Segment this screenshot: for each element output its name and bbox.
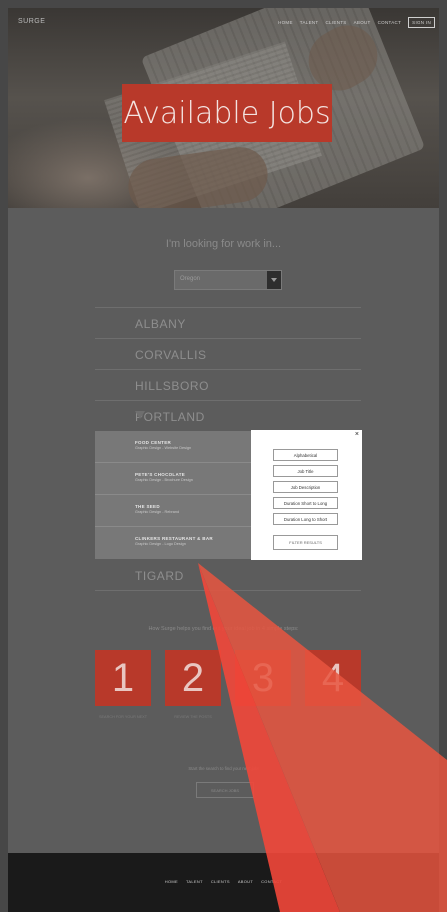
- footer: HOME TALENT CLIENTS ABOUT CONTACT: [8, 853, 439, 912]
- step-3-tile: 3: [235, 650, 291, 706]
- city-label: CORVALLIS: [135, 348, 207, 362]
- cta-text: Start the search to find your next job!: [188, 766, 259, 771]
- browser-frame: SURGE HOME TALENT CLIENTS ABOUT CONTACT …: [0, 0, 447, 912]
- job-item[interactable]: THE SEED Graphic Design - Rebrand: [95, 495, 251, 527]
- footer-nav: HOME TALENT CLIENTS ABOUT CONTACT: [8, 879, 439, 884]
- nav-about[interactable]: ABOUT: [354, 20, 371, 25]
- job-subtitle: Graphic Design - Rebrand: [135, 510, 180, 514]
- city-label: TIGARD: [135, 569, 184, 583]
- job-title: FOOD CENTER: [135, 440, 172, 445]
- job-item[interactable]: FOOD CENTER Graphic Design - Website Des…: [95, 431, 251, 463]
- job-subtitle: Graphic Design - Logo Design: [135, 542, 186, 546]
- footer-nav-about[interactable]: ABOUT: [238, 879, 253, 884]
- city-row-corvallis[interactable]: CORVALLIS: [95, 338, 361, 369]
- job-title: CLINKERS RESTAURANT & BAR: [135, 536, 213, 541]
- page: SURGE HOME TALENT CLIENTS ABOUT CONTACT …: [8, 8, 439, 912]
- nav-clients[interactable]: CLIENTS: [326, 20, 347, 25]
- steps-intro: How Surge helps you find out your ideal …: [148, 626, 299, 632]
- sort-option-job-description[interactable]: Job Description: [273, 481, 338, 493]
- footer-nav-home[interactable]: HOME: [165, 879, 178, 884]
- filter-results-button[interactable]: FILTER RESULTS: [273, 535, 338, 550]
- job-title: THE SEED: [135, 504, 160, 509]
- sort-option-job-title[interactable]: Job Title: [273, 465, 338, 477]
- job-item[interactable]: CLINKERS RESTAURANT & BAR Graphic Design…: [95, 527, 251, 559]
- sort-option-duration-long-short[interactable]: Duration Long to Short: [273, 513, 338, 525]
- chevron-down-icon[interactable]: [267, 271, 281, 289]
- city-label: PORTLAND: [135, 410, 205, 424]
- nav-talent[interactable]: TALENT: [300, 20, 319, 25]
- search-prompt: I'm looking for work in...: [165, 238, 282, 250]
- step-1-tile: 1: [95, 650, 151, 706]
- job-subtitle: Graphic Design - Website Design: [135, 446, 192, 450]
- footer-nav-contact[interactable]: CONTACT: [261, 879, 282, 884]
- sign-in-button[interactable]: SIGN IN: [408, 17, 435, 28]
- footer-nav-talent[interactable]: TALENT: [186, 879, 203, 884]
- nav-contact[interactable]: CONTACT: [378, 20, 402, 25]
- step-2-tile: 2: [165, 650, 221, 706]
- step-2-label: REVIEW THE POSTS: [174, 715, 212, 719]
- sort-option-duration-short-long[interactable]: Duration Short to Long: [273, 497, 338, 509]
- city-label: ALBANY: [135, 317, 186, 331]
- state-select[interactable]: Oregon: [174, 270, 282, 290]
- hero-banner: SURGE HOME TALENT CLIENTS ABOUT CONTACT …: [8, 8, 439, 208]
- city-label: HILLSBORO: [135, 379, 210, 393]
- job-subtitle: Graphic Design - Brochure Design: [135, 478, 193, 482]
- city-row-portland[interactable]: PORTLAND: [95, 400, 361, 431]
- step-1-label: SEARCH FOR YOUR NEXT: [98, 715, 148, 719]
- step-4-tile: 4: [305, 650, 361, 706]
- top-nav: HOME TALENT CLIENTS ABOUT CONTACT SIGN I…: [278, 17, 435, 28]
- footer-nav-clients[interactable]: CLIENTS: [211, 879, 230, 884]
- job-title: PETE'S CHOCOLATE: [135, 472, 186, 477]
- sort-option-alphabetical[interactable]: Alphabetical: [273, 449, 338, 461]
- search-jobs-button[interactable]: SEARCH JOBS: [196, 782, 254, 798]
- sort-modal: × Alphabetical Job Title Job Description…: [251, 430, 362, 560]
- city-row-albany[interactable]: ALBANY: [95, 307, 361, 338]
- job-item[interactable]: PETE'S CHOCOLATE Graphic Design - Brochu…: [95, 463, 251, 495]
- site-logo[interactable]: SURGE: [18, 18, 45, 25]
- filter-icon[interactable]: [135, 411, 145, 419]
- close-icon[interactable]: ×: [355, 431, 359, 438]
- city-row-tigard[interactable]: TIGARD: [95, 560, 361, 591]
- state-select-value: Oregon: [180, 276, 201, 282]
- city-row-hillsboro[interactable]: HILLSBORO: [95, 369, 361, 400]
- nav-home[interactable]: HOME: [278, 20, 293, 25]
- job-list: FOOD CENTER Graphic Design - Website Des…: [95, 431, 251, 559]
- page-title: Available Jobs: [122, 84, 332, 142]
